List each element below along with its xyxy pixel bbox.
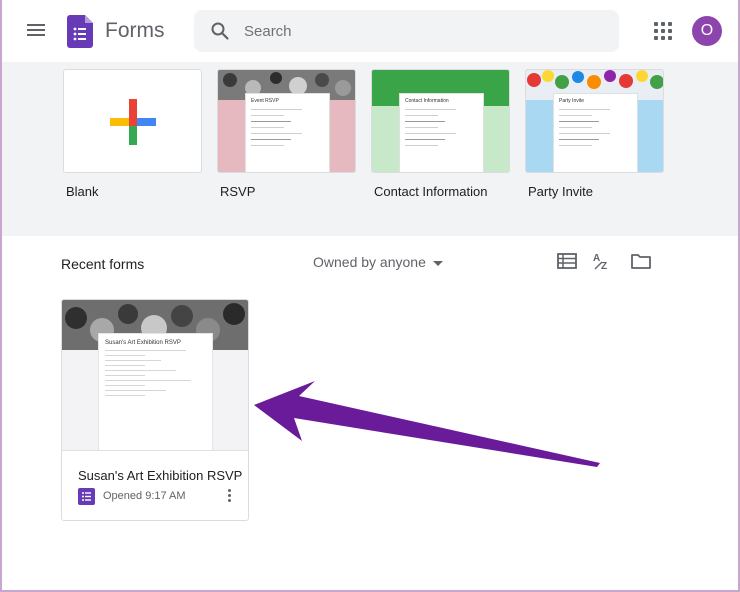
- template-label[interactable]: RSVP: [220, 184, 357, 199]
- template-rsvp[interactable]: Event RSVP RSVP: [217, 69, 357, 199]
- plus-icon: [110, 99, 156, 145]
- template-label[interactable]: Party Invite: [528, 184, 665, 199]
- template-form-preview: Event RSVP: [245, 93, 330, 172]
- template-thumbnail[interactable]: Event RSVP: [217, 69, 356, 173]
- app-header: Forms O: [2, 0, 738, 62]
- template-thumb-title: Contact Information: [405, 98, 449, 104]
- forms-logo-icon[interactable]: [67, 15, 93, 48]
- more-vert-icon[interactable]: [222, 487, 236, 507]
- form-title[interactable]: Susan's Art Exhibition RSVP: [78, 468, 246, 483]
- template-thumbnail[interactable]: [63, 69, 202, 173]
- avatar[interactable]: O: [692, 16, 722, 46]
- search-icon[interactable]: [210, 21, 230, 41]
- app-title[interactable]: Forms: [105, 19, 165, 43]
- form-thumbnail[interactable]: Susan's Art Exhibition RSVP: [62, 300, 248, 451]
- template-party-invite[interactable]: Party Invite Party Invite: [525, 69, 665, 199]
- folder-icon[interactable]: [630, 251, 652, 271]
- list-view-icon[interactable]: [556, 251, 578, 271]
- template-label[interactable]: Blank: [66, 184, 203, 199]
- template-thumbnail[interactable]: Contact Information: [371, 69, 510, 173]
- recent-form-card[interactable]: Susan's Art Exhibition RSVP Susan's Art …: [61, 299, 249, 521]
- template-gallery: Blank Event RSVP RSVP Contact Informatio…: [2, 62, 738, 236]
- sort-az-icon[interactable]: A Z: [592, 251, 614, 271]
- template-contact-information[interactable]: Contact Information Contact Information: [371, 69, 511, 199]
- owner-filter-label: Owned by anyone: [313, 254, 426, 270]
- svg-text:A: A: [593, 253, 600, 264]
- template-form-preview: Contact Information: [399, 93, 484, 172]
- forms-file-icon: [78, 488, 95, 505]
- recent-forms-title: Recent forms: [61, 256, 145, 272]
- template-form-preview: Party Invite: [553, 93, 638, 172]
- menu-icon[interactable]: [24, 20, 48, 42]
- annotation-arrow-icon: [254, 381, 600, 467]
- form-preview: Susan's Art Exhibition RSVP: [98, 333, 213, 450]
- template-label[interactable]: Contact Information: [374, 184, 511, 199]
- search-box[interactable]: [194, 10, 619, 52]
- template-thumb-title: Party Invite: [559, 98, 585, 104]
- form-preview-title: Susan's Art Exhibition RSVP: [105, 340, 181, 346]
- caret-down-icon: [432, 260, 443, 266]
- form-opened-time: Opened 9:17 AM: [103, 490, 186, 502]
- template-thumb-title: Event RSVP: [251, 98, 279, 104]
- apps-grid-icon[interactable]: [654, 22, 672, 40]
- search-input[interactable]: [244, 18, 604, 44]
- owner-filter-dropdown[interactable]: Owned by anyone: [313, 253, 443, 273]
- template-thumbnail[interactable]: Party Invite: [525, 69, 664, 173]
- template-blank[interactable]: Blank: [63, 69, 203, 199]
